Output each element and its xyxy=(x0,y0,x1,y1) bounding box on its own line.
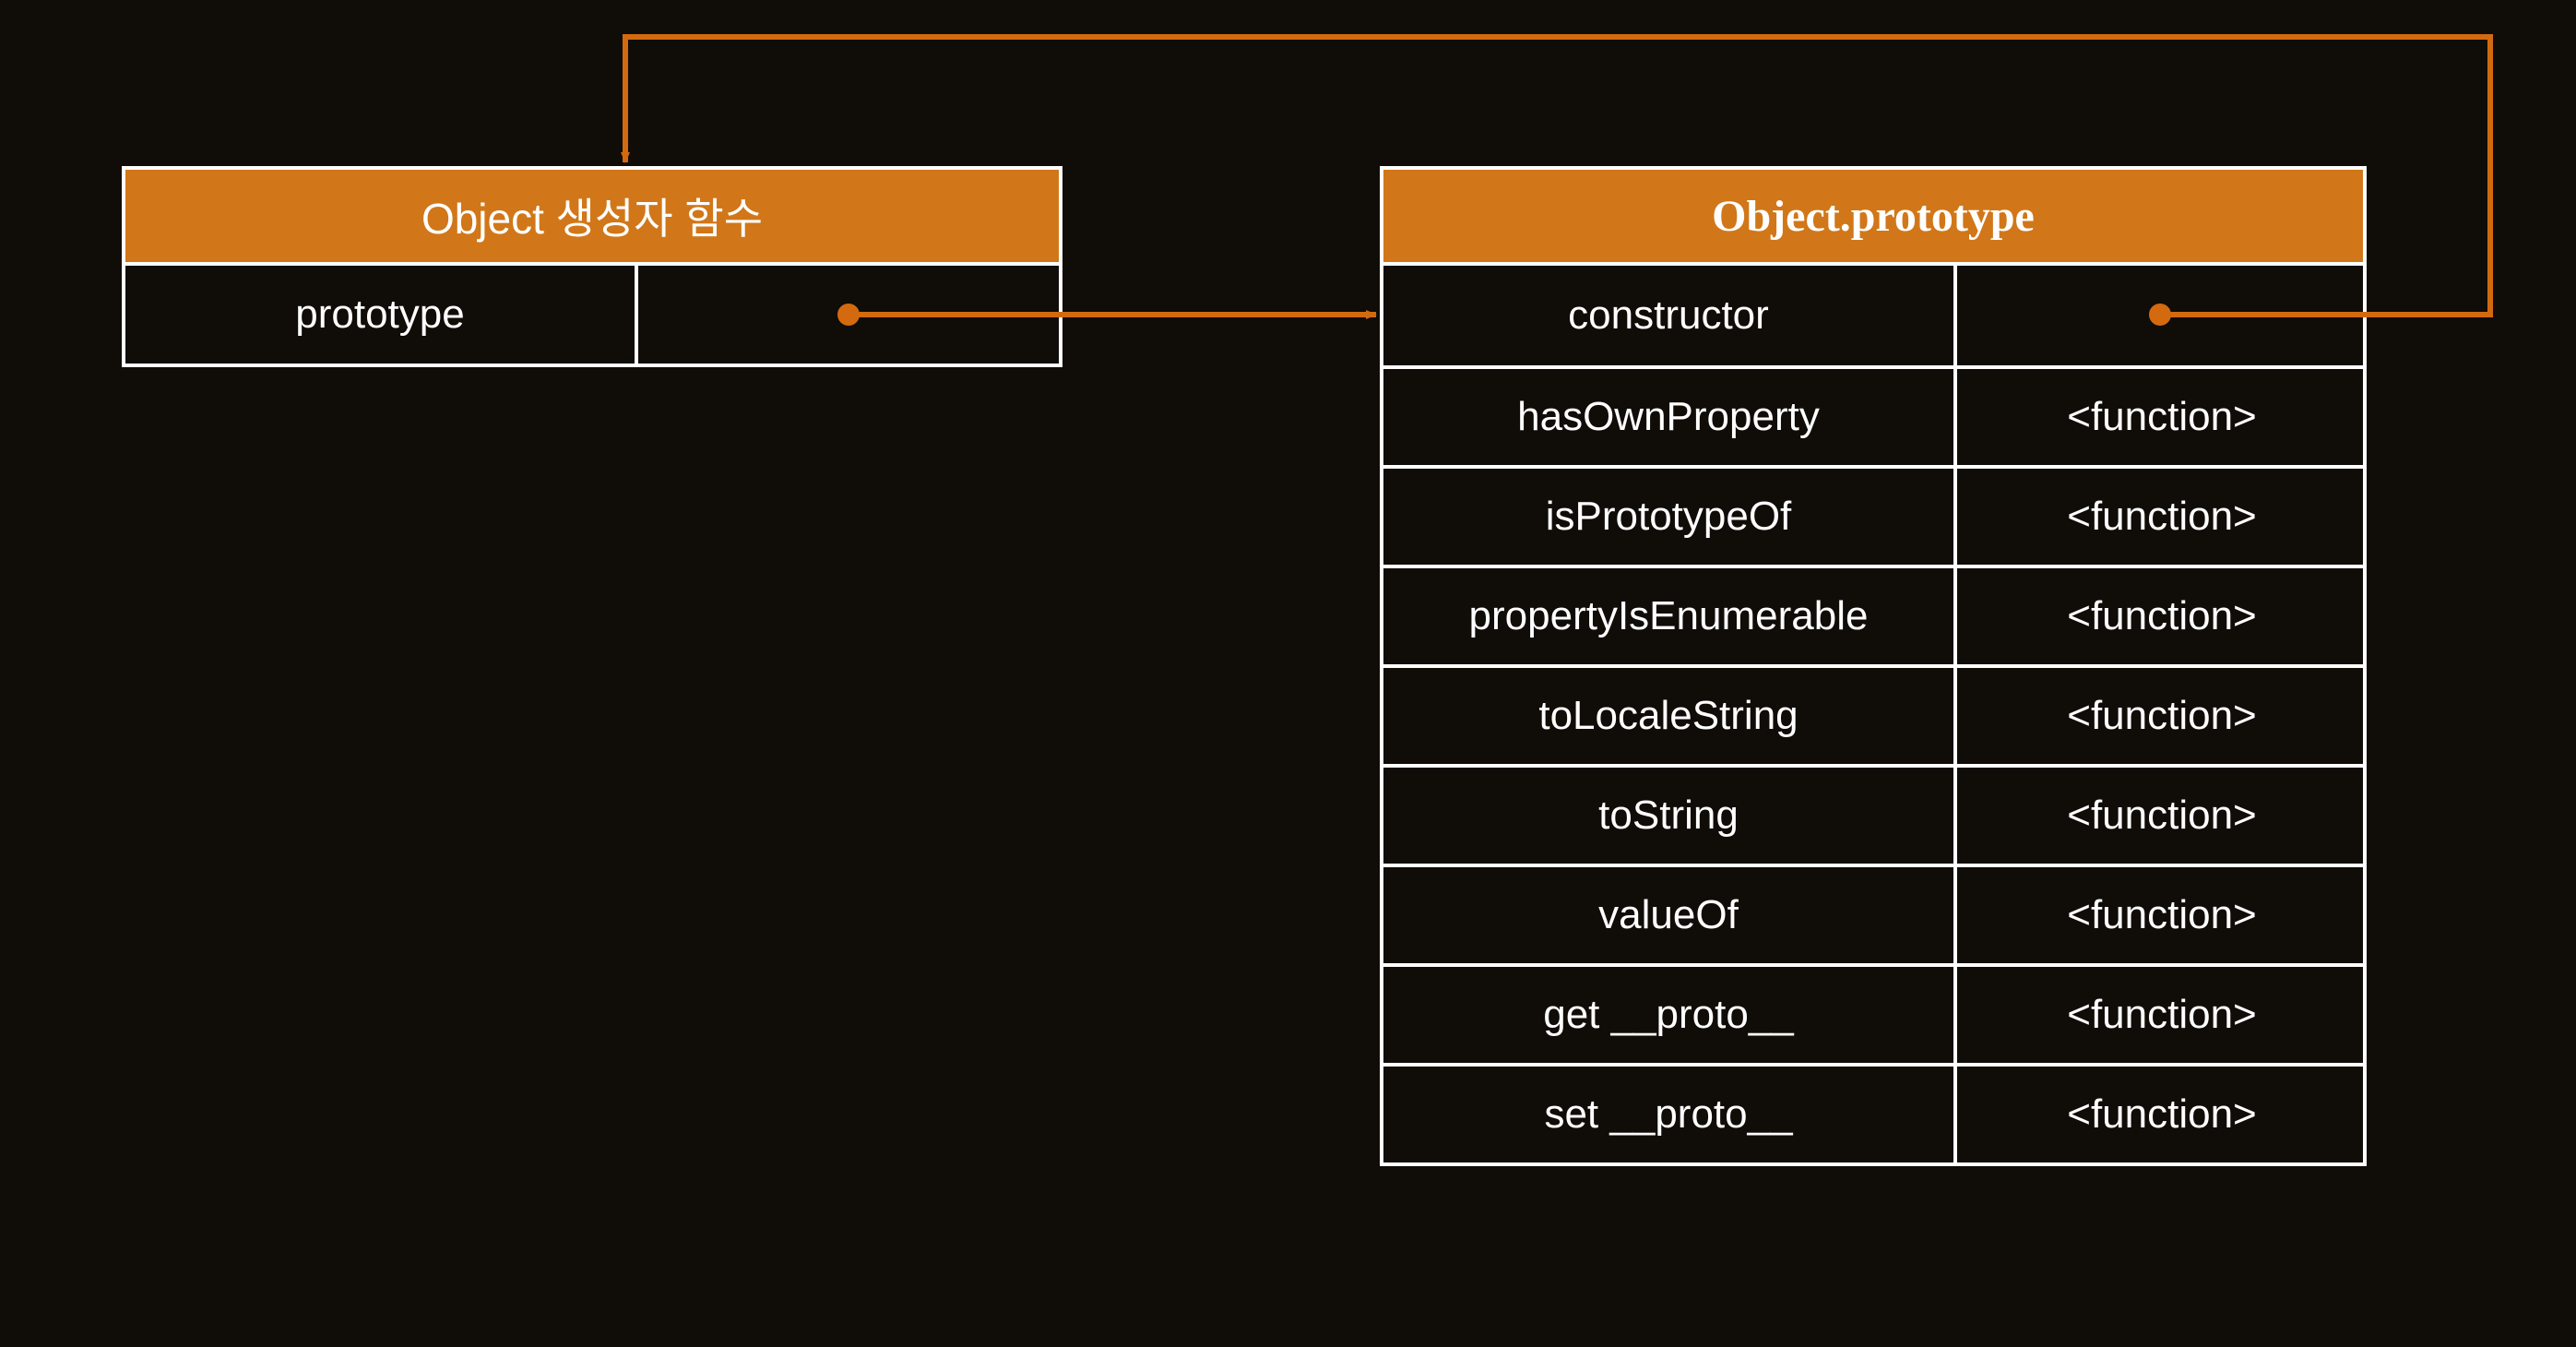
property-value: <function> xyxy=(1957,867,2367,963)
property-value: <function> xyxy=(1957,568,2367,664)
object-prototype-title: Object.prototype xyxy=(1383,170,2363,266)
property-key: get __proto__ xyxy=(1383,967,1957,1063)
property-key: toLocaleString xyxy=(1383,668,1957,764)
property-row: constructor xyxy=(1383,266,2363,365)
property-row: hasOwnProperty<function> xyxy=(1383,365,2363,465)
prototype-key: prototype xyxy=(125,266,638,364)
property-row: get __proto__<function> xyxy=(1383,963,2363,1063)
property-row: isPrototypeOf<function> xyxy=(1383,465,2363,565)
property-value: <function> xyxy=(1957,668,2367,764)
property-value: <function> xyxy=(1957,369,2367,465)
property-row: set __proto__<function> xyxy=(1383,1063,2363,1162)
property-key: set __proto__ xyxy=(1383,1067,1957,1162)
property-value: <function> xyxy=(1957,967,2367,1063)
property-row: valueOf<function> xyxy=(1383,864,2363,963)
property-value xyxy=(1957,266,2367,365)
property-value: <function> xyxy=(1957,469,2367,565)
object-prototype-box: Object.prototype constructorhasOwnProper… xyxy=(1380,166,2367,1166)
property-row: propertyIsEnumerable<function> xyxy=(1383,565,2363,664)
object-constructor-title: Object 생성자 함수 xyxy=(125,170,1059,266)
property-row: toLocaleString<function> xyxy=(1383,664,2363,764)
property-row: toString<function> xyxy=(1383,764,2363,864)
prototype-value xyxy=(638,266,1059,364)
property-key: toString xyxy=(1383,768,1957,864)
property-key: isPrototypeOf xyxy=(1383,469,1957,565)
property-key: constructor xyxy=(1383,266,1957,365)
object-constructor-box: Object 생성자 함수 prototype xyxy=(122,166,1062,367)
property-key: propertyIsEnumerable xyxy=(1383,568,1957,664)
property-key: hasOwnProperty xyxy=(1383,369,1957,465)
property-value: <function> xyxy=(1957,768,2367,864)
property-key: valueOf xyxy=(1383,867,1957,963)
property-value: <function> xyxy=(1957,1067,2367,1162)
prototype-row: prototype xyxy=(125,266,1059,364)
